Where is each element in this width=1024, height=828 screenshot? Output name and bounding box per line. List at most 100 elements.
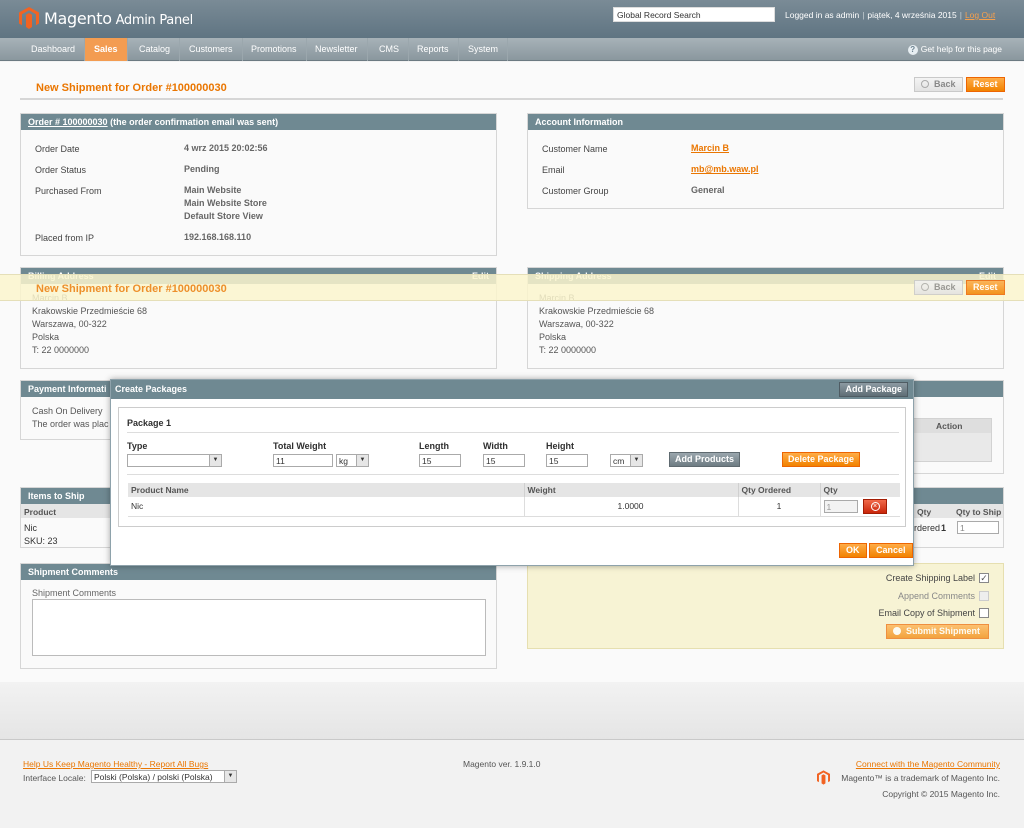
submit-panel: Create Shipping Label ✓ Append Comments … [527, 563, 1004, 649]
header-date: piątek, 4 września 2015 [867, 10, 957, 20]
col-qty-ordered: Qty Ordered [738, 483, 821, 497]
items-col-product: Product [24, 507, 57, 517]
report-bugs-link[interactable]: Help Us Keep Magento Healthy - Report Al… [23, 759, 208, 769]
type-select[interactable]: ▼ [127, 454, 222, 467]
purchased-from-label: Purchased From [35, 186, 102, 196]
item-ordered-text: rdered [914, 523, 941, 533]
nav-newsletter[interactable]: Newsletter [306, 38, 368, 61]
locale-select[interactable]: Polski (Polska) / polski (Polska) ▼ [91, 770, 237, 783]
email-copy-checkbox[interactable] [979, 608, 989, 618]
nav-dashboard[interactable]: Dashboard [22, 38, 86, 61]
width-input[interactable] [483, 454, 525, 467]
type-label: Type [127, 441, 148, 451]
order-date-value: 4 wrz 2015 20:02:56 [184, 143, 268, 153]
ok-button[interactable]: OK [839, 543, 867, 558]
logo-text[interactable]: Magento Admin Panel [44, 9, 193, 28]
length-label: Length [419, 441, 449, 451]
help-link[interactable]: ? Get help for this page [907, 44, 1002, 55]
email-link[interactable]: mb@mb.waw.pl [691, 163, 758, 176]
submit-icon [893, 627, 901, 635]
magento-logo-icon [19, 7, 39, 29]
total-weight-input[interactable] [273, 454, 333, 467]
reset-button[interactable]: Reset [966, 77, 1005, 92]
dimension-unit-dropdown-icon: ▼ [630, 455, 642, 466]
customer-group-label: Customer Group [542, 186, 609, 196]
add-package-button[interactable]: Add Package [839, 382, 908, 397]
customer-name-link[interactable]: Marcin B [691, 142, 729, 155]
dimension-unit-select[interactable]: cm ▼ [610, 454, 643, 467]
submit-shipment-button[interactable]: Submit Shipment [886, 624, 989, 639]
email-copy-text: Email Copy of Shipment [878, 608, 975, 618]
package-divider [127, 432, 899, 433]
nav-system[interactable]: System [459, 38, 509, 61]
comments-heading: Shipment Comments [21, 564, 496, 580]
ip-value: 192.168.168.110 [184, 232, 252, 242]
row-qty-ordered: 1 [738, 497, 821, 517]
nav-customers[interactable]: Customers [180, 38, 243, 61]
total-weight-label: Total Weight [273, 441, 327, 451]
append-comments-text: Append Comments [897, 591, 975, 601]
back-icon [921, 80, 929, 88]
purchased-from-line2: Main Website Store [184, 198, 267, 208]
footer: Help Us Keep Magento Healthy - Report Al… [0, 743, 1024, 828]
modal-title: Create Packages Add Package [111, 380, 913, 399]
global-search-input[interactable] [613, 7, 775, 22]
delete-package-button[interactable]: Delete Package [782, 452, 861, 467]
footer-separator [0, 682, 1024, 740]
logged-in-text: Logged in as admin [785, 10, 860, 20]
create-label-checkbox[interactable]: ✓ [979, 573, 989, 583]
order-date-label: Order Date [35, 144, 80, 154]
order-status-label: Order Status [35, 165, 87, 175]
nav-cms[interactable]: CMS [370, 38, 409, 61]
comments-textarea[interactable] [32, 599, 486, 656]
shipping-phone: T: 22 0000000 [539, 345, 597, 355]
sticky-reset-button[interactable]: Reset [966, 280, 1005, 295]
height-input[interactable] [546, 454, 588, 467]
add-products-button[interactable]: Add Products [669, 452, 741, 467]
order-status-value: Pending [184, 164, 220, 174]
weight-unit-select[interactable]: kg ▼ [336, 454, 369, 467]
cancel-button[interactable]: Cancel [869, 543, 913, 558]
purchased-from-line3: Default Store View [184, 211, 263, 221]
type-dropdown-icon: ▼ [209, 455, 221, 466]
sticky-back-button[interactable]: Back [914, 280, 963, 295]
item-ordered-qty: 1 [941, 523, 947, 533]
nav-sales[interactable]: Sales [85, 38, 128, 61]
item-qty-to-ship-input[interactable] [957, 521, 999, 534]
community-link[interactable]: Connect with the Magento Community [856, 759, 1000, 769]
sticky-title-bar: New Shipment for Order #100000030 Back R… [0, 274, 1024, 301]
logout-link[interactable]: Log Out [965, 10, 995, 20]
items-col-qty: Qty [917, 507, 932, 517]
header-user-info: Logged in as admin | piątek, 4 września 20… [785, 10, 996, 20]
order-link[interactable]: Order # 100000030 [28, 117, 108, 127]
tracking-table: Action [908, 418, 992, 462]
nav-catalog[interactable]: Catalog [130, 38, 181, 61]
append-comments-checkbox[interactable] [979, 591, 989, 601]
weight-unit-dropdown-icon: ▼ [356, 455, 368, 466]
nav-promotions[interactable]: Promotions [242, 38, 307, 61]
back-button[interactable]: Back [914, 77, 963, 92]
order-info-box: Order # 100000030 (the order confirmatio… [20, 113, 497, 256]
package-items-table: Product Name Weight Qty Ordered Qty Nic … [128, 483, 900, 517]
nav-reports[interactable]: Reports [408, 38, 459, 61]
billing-phone: T: 22 0000000 [32, 345, 90, 355]
row-qty-input[interactable] [823, 500, 858, 513]
create-packages-modal: Create Packages Add Package Package 1 Ty… [110, 379, 914, 566]
trademark-text: Magento™ is a trademark of Magento Inc. [841, 773, 1000, 783]
magento-version: Magento ver. 1.9.1.0 [463, 759, 541, 769]
item-product-name: Nic [24, 523, 37, 533]
help-icon: ? [907, 45, 918, 55]
col-weight: Weight [524, 483, 739, 497]
ip-label: Placed from IP [35, 233, 95, 243]
email-label: Email [542, 165, 565, 175]
row-delete-button[interactable]: × [862, 499, 887, 514]
row-weight: 1.0000 [524, 497, 739, 517]
width-label: Width [483, 441, 508, 451]
length-input[interactable] [419, 454, 461, 467]
shipment-comments-box: Shipment Comments Shipment Comments [20, 563, 497, 669]
col-qty: Qty [820, 483, 900, 497]
payment-note: The order was plac [32, 419, 109, 429]
action-header: Action [909, 419, 991, 433]
comments-label: Shipment Comments [32, 588, 117, 598]
billing-street: Krakowskie Przedmieście 68 [32, 306, 148, 316]
